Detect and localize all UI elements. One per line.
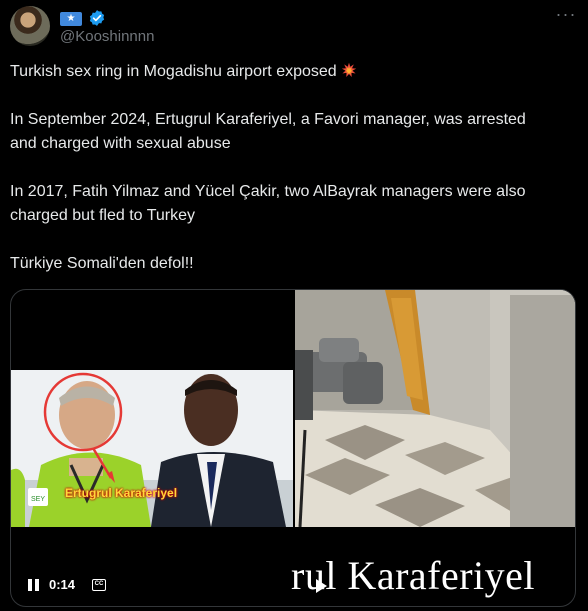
video-frame-right bbox=[295, 290, 575, 527]
verified-badge-icon bbox=[89, 10, 105, 26]
collision-emoji-icon bbox=[341, 62, 356, 78]
pause-icon[interactable] bbox=[27, 578, 41, 592]
post-line: Türkiye Somali'den defol!! bbox=[10, 255, 194, 272]
post-text: Turkish sex ring in Mogadishu airport ex… bbox=[10, 60, 576, 276]
user-handle[interactable]: @Kooshinnnn bbox=[60, 28, 154, 45]
post-header: ★ @Kooshinnnn ··· bbox=[10, 5, 578, 50]
post-line: In 2017, Fatih Yilmaz and Yücel Çakir, t… bbox=[10, 183, 526, 200]
play-icon[interactable] bbox=[316, 579, 327, 593]
post-line: and charged with sexual abuse bbox=[10, 135, 231, 152]
cctv-scene-image bbox=[295, 290, 575, 527]
somalia-flag-icon: ★ bbox=[60, 12, 82, 26]
post-line: charged but fled to Turkey bbox=[10, 207, 195, 224]
avatar[interactable] bbox=[10, 6, 50, 46]
vest-logo-text: SEY bbox=[31, 496, 45, 503]
video-time: 0:14 bbox=[49, 577, 76, 592]
video-frame-left: SEY Ertugrul Karaferiyel bbox=[11, 370, 293, 527]
name-overlay-label: Ertugrul Karaferiyel bbox=[65, 486, 178, 500]
post-line-title: Turkish sex ring in Mogadishu airport ex… bbox=[10, 60, 576, 84]
more-options-icon[interactable]: ··· bbox=[554, 5, 578, 30]
video-controls: 0:14 CC bbox=[11, 566, 575, 606]
video-player[interactable]: SEY Ertugrul Karaferiyel rul Karaferiyel… bbox=[10, 289, 576, 607]
post-line: In September 2024, Ertugrul Karaferiyel,… bbox=[10, 111, 526, 128]
airport-scene-image: SEY bbox=[11, 370, 293, 527]
captions-icon[interactable]: CC bbox=[92, 579, 106, 591]
